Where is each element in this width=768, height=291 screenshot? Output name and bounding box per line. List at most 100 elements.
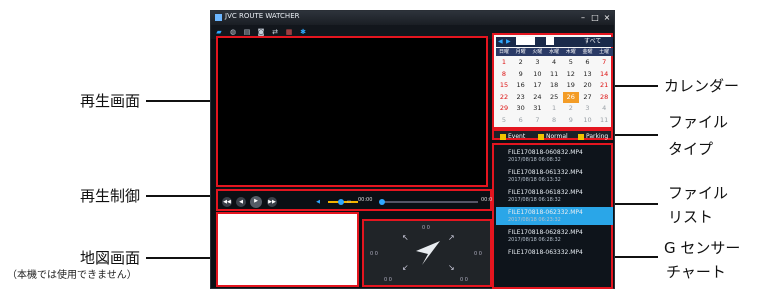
file-type-filter: Event Normal Parking [492, 129, 613, 140]
calendar-day[interactable]: 7 [596, 57, 612, 68]
callout-gsensor-1: G センサー [664, 239, 741, 257]
playback-controls: ◀◀ ◀ ▶ ▶▶ ◀ ▭ 00:00 00:0 [216, 189, 492, 211]
filter-normal[interactable]: Normal [538, 132, 568, 141]
calendar-day[interactable]: 6 [513, 115, 529, 126]
dow-label: 金曜 [582, 49, 593, 55]
car-direction-icon [416, 241, 440, 265]
calendar-day[interactable]: 2 [513, 57, 529, 68]
calendar-day[interactable]: 14 [596, 69, 612, 80]
file-list-item[interactable]: FILE170818-062832.MP4 2017/08/18 06:28:32 [496, 227, 613, 245]
calendar-day[interactable]: 15 [496, 80, 512, 91]
seek-handle[interactable] [379, 199, 385, 205]
calendar-day[interactable]: 1 [546, 103, 562, 114]
fullscreen-icon[interactable]: ▭ [344, 197, 354, 207]
calendar-day[interactable]: 4 [546, 57, 562, 68]
calendar-day[interactable]: 3 [580, 103, 596, 114]
rewind-button[interactable]: ◀ [236, 197, 246, 207]
calendar-day[interactable]: 1 [496, 57, 512, 68]
calendar-day[interactable]: 21 [596, 80, 612, 91]
calendar-day[interactable]: 13 [580, 69, 596, 80]
calendar-day[interactable]: 29 [496, 103, 512, 114]
close-button[interactable]: × [602, 13, 612, 23]
calendar-day[interactable]: 6 [580, 57, 596, 68]
maximize-button[interactable]: □ [590, 13, 600, 23]
calendar-day[interactable]: 9 [563, 115, 579, 126]
year-select[interactable]: 2018 [516, 37, 536, 45]
calendar-day[interactable]: 19 [563, 80, 579, 91]
file-name: FILE170818-060832.MP4 [508, 149, 583, 156]
time-total: 00:0 [481, 197, 493, 203]
callout-playback-control: 再生制御 [80, 187, 141, 205]
checkbox-icon[interactable] [538, 133, 544, 140]
calendar-day[interactable]: 4 [596, 103, 612, 114]
calendar-day[interactable]: 24 [529, 92, 545, 103]
arrow-ne-icon: ↗ [448, 233, 455, 242]
month-select[interactable]: 7 [546, 37, 554, 45]
file-list: FILE170818-060832.MP4 2017/08/18 06:08:32… [492, 143, 613, 289]
calendar-day[interactable]: 10 [529, 69, 545, 80]
file-date: 2017/08/18 06:23:32 [508, 217, 561, 223]
calendar-day[interactable]: 10 [580, 115, 596, 126]
leader-line [146, 257, 216, 259]
minimize-button[interactable]: – [578, 13, 588, 23]
dow-label: 火曜 [532, 49, 543, 55]
calendar-day[interactable]: 28 [596, 92, 612, 103]
dow-label: 日曜 [498, 49, 509, 55]
file-list-item[interactable]: FILE170818-061832.MP4 2017/08/18 06:18:32 [496, 187, 613, 205]
calendar-day[interactable]: 20 [580, 80, 596, 91]
volume-icon[interactable]: ◀ [313, 197, 323, 207]
title-bar: JVC ROUTE WATCHER – □ × [211, 11, 614, 25]
calendar-day[interactable]: 2 [563, 103, 579, 114]
calendar-day[interactable]: 23 [513, 92, 529, 103]
seek-bar[interactable] [383, 201, 478, 203]
filter-event[interactable]: Event [500, 132, 525, 141]
all-button[interactable]: すべて [584, 37, 601, 47]
calendar-header: ◀ ▶ 2018 7 すべて [496, 37, 613, 47]
calendar-day[interactable]: 5 [563, 57, 579, 68]
calendar-day[interactable]: 9 [513, 69, 529, 80]
calendar-day[interactable]: 16 [513, 80, 529, 91]
file-list-item[interactable]: FILE170818-062332.MP4 2017/08/18 06:23:32 [496, 207, 613, 225]
play-button[interactable]: ▶ [250, 196, 262, 208]
app-icon [215, 14, 222, 21]
file-list-item[interactable]: FILE170818-061332.MP4 2017/08/18 06:13:32 [496, 167, 613, 185]
calendar-day[interactable]: 3 [529, 57, 545, 68]
prev-month-icon[interactable]: ◀ [498, 37, 503, 47]
file-date: 2017/08/18 06:18:32 [508, 197, 561, 203]
calendar-day[interactable]: 8 [496, 69, 512, 80]
file-list-item[interactable]: FILE170818-060832.MP4 2017/08/18 06:08:32 [496, 147, 613, 165]
callout-filelist-2: リスト [668, 208, 714, 226]
callout-filetype-1: ファイル [668, 113, 729, 131]
calendar-day[interactable]: 31 [529, 103, 545, 114]
file-date: 2017/08/18 06:13:32 [508, 177, 561, 183]
calendar-day[interactable]: 11 [596, 115, 612, 126]
calendar-day[interactable]: 12 [563, 69, 579, 80]
calendar-day[interactable]: 25 [546, 92, 562, 103]
callout-filetype-2: タイプ [668, 140, 714, 158]
leader-line [613, 203, 658, 205]
checkbox-icon[interactable] [500, 133, 506, 140]
next-month-icon[interactable]: ▶ [506, 37, 511, 47]
calendar-day[interactable]: 8 [546, 115, 562, 126]
next-file-button[interactable]: ▶▶ [267, 197, 277, 207]
file-name: FILE170818-063332.MP4 [508, 249, 583, 256]
file-date: 2017/08/18 06:28:32 [508, 237, 561, 243]
calendar-day[interactable]: 11 [546, 69, 562, 80]
arrow-se-icon: ↘ [448, 263, 455, 272]
file-name: FILE170818-061332.MP4 [508, 169, 583, 176]
calendar-day[interactable]: 18 [546, 80, 562, 91]
file-name: FILE170818-062832.MP4 [508, 229, 583, 236]
file-list-item[interactable]: FILE170818-063332.MP4 [496, 247, 613, 265]
playback-screen[interactable] [216, 36, 488, 187]
calendar-day[interactable]: 30 [513, 103, 529, 114]
calendar-day[interactable]: 26 [562, 91, 579, 103]
calendar-day[interactable]: 5 [496, 115, 512, 126]
calendar-day[interactable]: 27 [580, 92, 596, 103]
filter-parking[interactable]: Parking [578, 132, 608, 141]
checkbox-icon[interactable] [578, 133, 584, 140]
calendar-day[interactable]: 17 [529, 80, 545, 91]
calendar-day[interactable]: 7 [529, 115, 545, 126]
file-name: FILE170818-062332.MP4 [508, 209, 583, 216]
prev-file-button[interactable]: ◀◀ [222, 197, 232, 207]
calendar-day[interactable]: 22 [496, 92, 512, 103]
